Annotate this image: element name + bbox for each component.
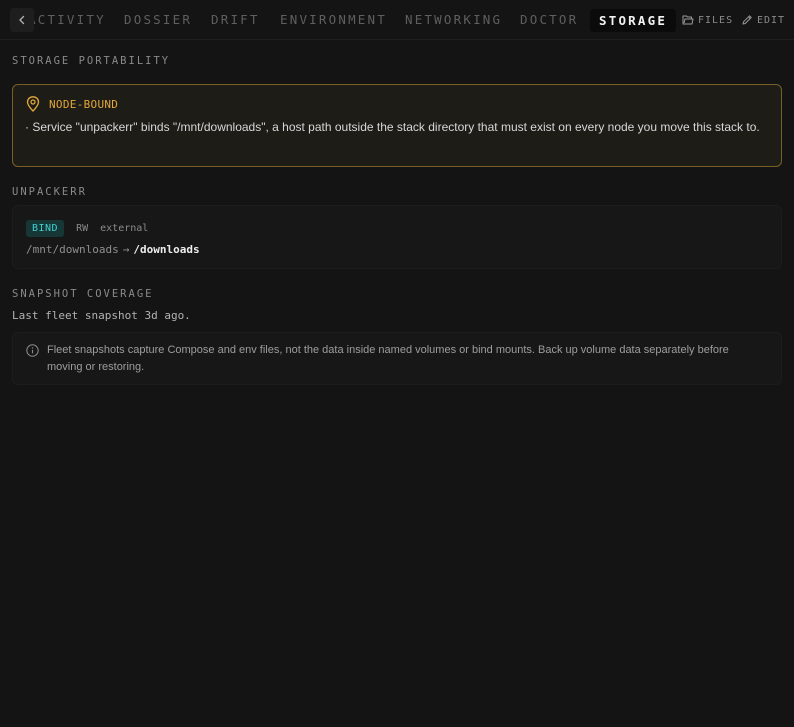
arrow-right-icon: → — [122, 243, 130, 256]
section-title-snapshot-coverage: SNAPSHOT COVERAGE — [12, 288, 154, 300]
mount-tags: BIND RW external — [26, 219, 148, 237]
mount-type-badge: BIND — [26, 219, 65, 237]
chevron-left-icon — [19, 15, 25, 25]
snapshot-info-note: Fleet snapshots capture Compose and env … — [12, 332, 782, 385]
warning-text: · Service "unpackerr" binds "/mnt/downlo… — [25, 120, 760, 134]
section-title-storage-portability: STORAGE PORTABILITY — [12, 55, 171, 67]
tab-bar: ACTIVITY DOSSIER DRIFT ENVIRONMENT NETWO… — [0, 0, 794, 40]
warning-header: NODE-BOUND — [26, 96, 118, 112]
tab-storage[interactable]: STORAGE — [590, 9, 677, 32]
tab-networking[interactable]: NETWORKING — [405, 0, 502, 40]
folder-icon — [682, 15, 694, 25]
tab-doctor[interactable]: DOCTOR — [520, 0, 578, 40]
mount-target: /downloads — [133, 243, 200, 256]
node-bound-warning: NODE-BOUND · Service "unpackerr" binds "… — [12, 84, 782, 167]
files-label: FILES — [698, 14, 734, 26]
snapshot-info-text: Fleet snapshots capture Compose and env … — [47, 344, 729, 373]
warning-label: NODE-BOUND — [49, 97, 119, 111]
mount-mode: RW — [76, 222, 89, 234]
mount-source: /mnt/downloads — [26, 243, 119, 256]
tab-environment[interactable]: ENVIRONMENT — [280, 0, 387, 40]
mount-path: /mnt/downloads →/downloads — [26, 243, 200, 256]
mount-scope: external — [100, 222, 149, 234]
tab-drift[interactable]: DRIFT — [211, 0, 260, 40]
edit-label: EDIT — [757, 14, 786, 26]
mount-item: BIND RW external /mnt/downloads →/downloa… — [12, 205, 782, 269]
edit-button[interactable]: EDIT — [741, 13, 785, 27]
back-button[interactable] — [10, 8, 34, 32]
service-name: UNPACKERR — [12, 186, 87, 198]
map-pin-icon — [26, 96, 40, 112]
tab-dossier[interactable]: DOSSIER — [124, 0, 192, 40]
pencil-icon — [742, 15, 752, 25]
files-button[interactable]: FILES — [682, 13, 733, 27]
info-icon — [26, 344, 39, 357]
snapshot-status: Last fleet snapshot 3d ago. — [12, 309, 191, 322]
tab-activity[interactable]: ACTIVITY — [28, 0, 106, 40]
